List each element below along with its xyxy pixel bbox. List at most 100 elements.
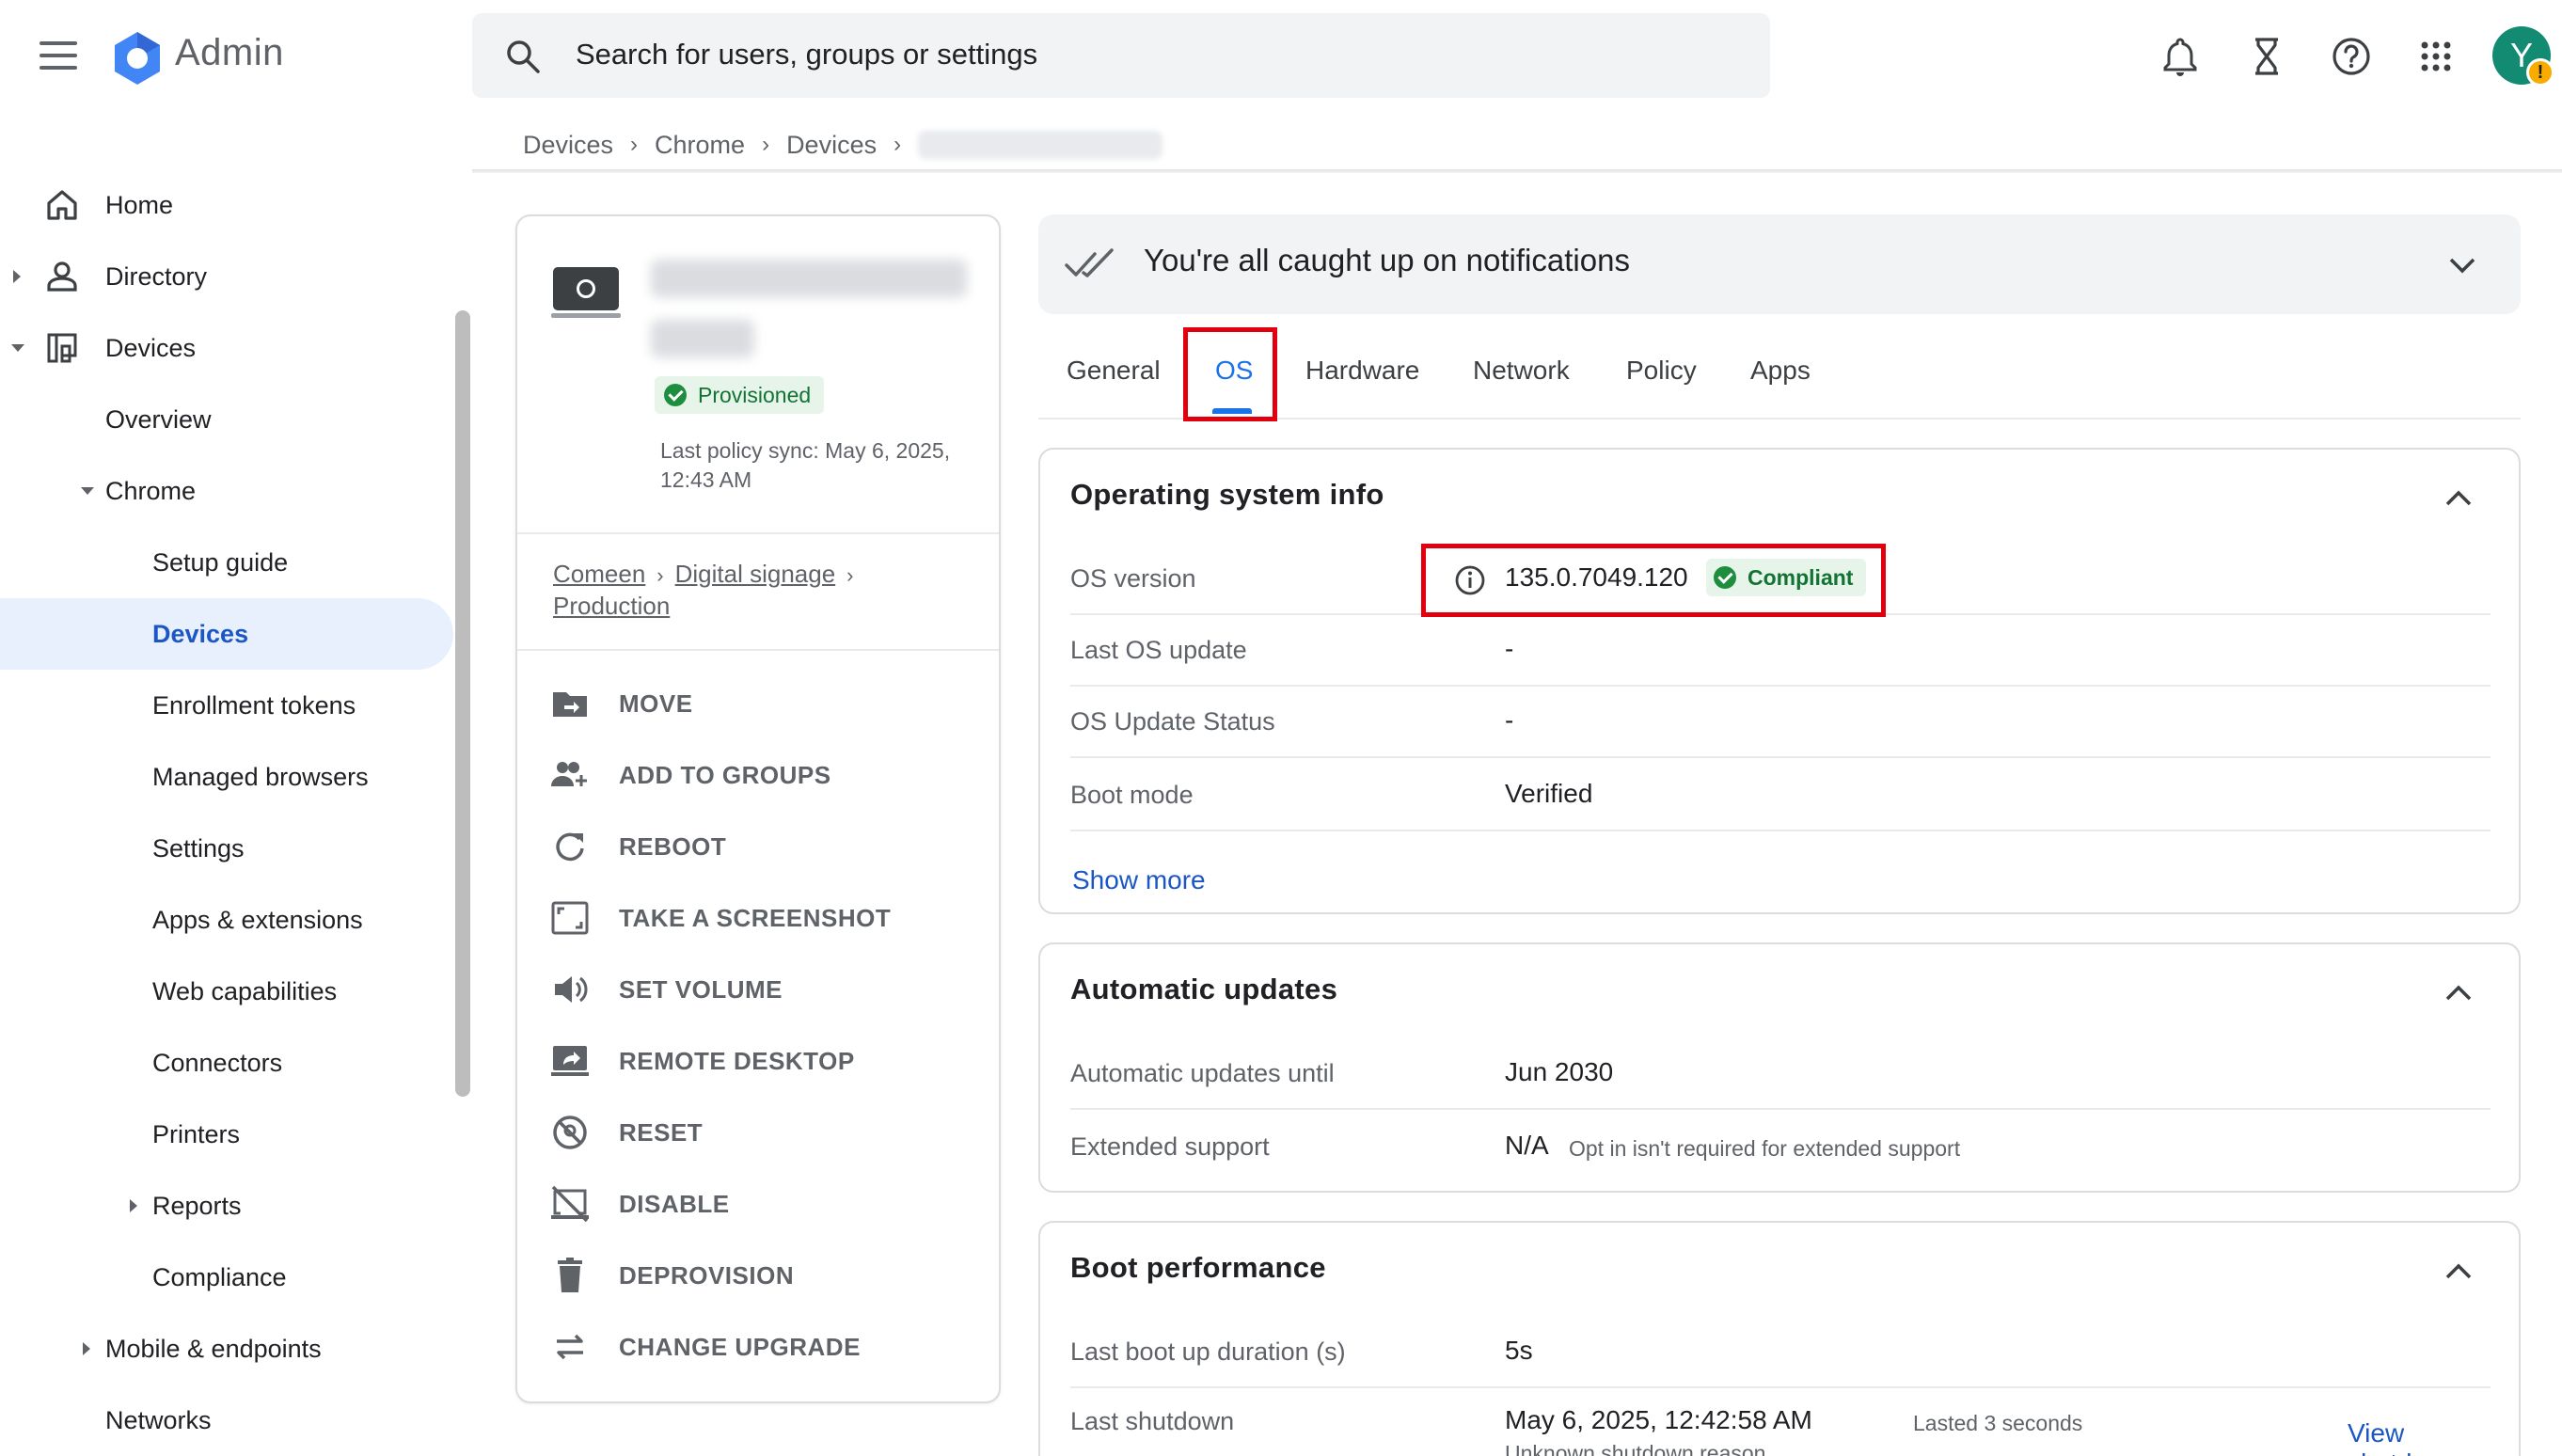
sidebar-item-compliance[interactable]: Compliance [0, 1242, 453, 1313]
sidebar-item-setup-guide[interactable]: Setup guide [0, 527, 453, 598]
sidebar-item-networks[interactable]: Networks [0, 1385, 453, 1456]
collapse-arrow-icon[interactable] [81, 487, 94, 495]
tab-policy[interactable]: Policy [1626, 356, 1697, 386]
extended-support-row: Extended support N/A Opt in isn't requir… [1070, 1112, 2491, 1183]
highlight-box-os-tab [1183, 327, 1277, 421]
deprovision-button[interactable]: DEPROVISION [517, 1240, 999, 1311]
chevron-up-icon[interactable] [2440, 480, 2477, 517]
header-divider [472, 169, 2562, 173]
breadcrumb-chrome-devices[interactable]: Devices [786, 131, 877, 160]
action-label: REMOTE DESKTOP [619, 1046, 855, 1075]
boot-performance-section: Boot performance Last boot up duration (… [1038, 1221, 2521, 1456]
sidebar-item-reports[interactable]: Reports [0, 1170, 453, 1242]
sidebar-item-apps-extensions[interactable]: Apps & extensions [0, 884, 453, 956]
sidebar-item-label: Managed browsers [152, 762, 369, 791]
help-icon[interactable] [2329, 34, 2374, 79]
expand-arrow-icon[interactable] [83, 1342, 90, 1355]
admin-logo-icon[interactable] [109, 30, 166, 87]
os-update-status-row: OS Update Status - [1070, 687, 2491, 758]
device-name-redacted-line2 [651, 320, 754, 357]
ou-link-digital-signage[interactable]: Digital signage [675, 560, 836, 588]
last-os-update-row: Last OS update - [1070, 615, 2491, 687]
sidebar-item-enrollment-tokens[interactable]: Enrollment tokens [0, 670, 453, 741]
tab-hardware[interactable]: Hardware [1305, 356, 1419, 386]
breadcrumb-chrome[interactable]: Chrome [655, 131, 745, 160]
reboot-button[interactable]: REBOOT [517, 811, 999, 882]
sidebar-item-managed-browsers[interactable]: Managed browsers [0, 741, 453, 813]
set-volume-button[interactable]: SET VOLUME [517, 954, 999, 1025]
volume-icon [555, 976, 588, 1003]
hourglass-icon[interactable] [2244, 34, 2289, 79]
org-unit-path: Comeen › Digital signage › Production [553, 559, 967, 621]
main-menu-icon[interactable] [32, 34, 85, 77]
tab-network[interactable]: Network [1473, 356, 1570, 386]
expand-arrow-icon[interactable] [130, 1199, 137, 1212]
show-more-link[interactable]: Show more [1072, 865, 1206, 895]
disable-button[interactable]: DISABLE [517, 1168, 999, 1240]
sidebar-item-label: Mobile & endpoints [105, 1334, 322, 1363]
sidebar-item-devices[interactable]: Devices [0, 312, 453, 384]
collapse-arrow-icon[interactable] [11, 344, 24, 352]
move-button[interactable]: MOVE [517, 668, 999, 739]
chevron-down-icon[interactable] [2443, 246, 2481, 284]
sidebar-item-label: Overview [105, 404, 212, 434]
sidebar-item-label: Networks [105, 1405, 212, 1434]
action-label: TAKE A SCREENSHOT [619, 903, 892, 932]
sidebar-item-label: Chrome [105, 476, 197, 505]
search-bar[interactable]: Search for users, groups or settings [472, 13, 1770, 98]
chevron-up-icon[interactable] [2440, 974, 2477, 1012]
last-policy-sync: Last policy sync: May 6, 2025, 12:43 AM [660, 438, 951, 492]
tab-apps[interactable]: Apps [1750, 356, 1811, 386]
row-label: Last OS update [1070, 636, 1247, 664]
row-label: Extended support [1070, 1132, 1270, 1161]
last-shutdown-row: Last shutdown May 6, 2025, 12:42:58 AM L… [1070, 1386, 2491, 1456]
card-divider [517, 532, 999, 534]
add-to-groups-button[interactable]: ADD TO GROUPS [517, 739, 999, 811]
card-divider [517, 649, 999, 651]
sidebar: Home Directory Devices Overview Chrome S… [0, 169, 470, 1456]
section-title: Boot performance [1070, 1251, 1326, 1284]
expand-arrow-icon[interactable] [13, 270, 21, 283]
search-placeholder[interactable]: Search for users, groups or settings [576, 38, 1037, 71]
avatar-warning-badge: ! [2526, 58, 2554, 87]
chevron-right-icon: › [894, 132, 902, 157]
sidebar-item-label: Devices [105, 333, 197, 362]
bell-icon[interactable] [2158, 34, 2203, 79]
action-label: DEPROVISION [619, 1260, 795, 1290]
sidebar-item-label: Setup guide [152, 547, 289, 577]
notification-banner[interactable]: You're all caught up on notifications [1038, 214, 2521, 314]
sidebar-item-web-capabilities[interactable]: Web capabilities [0, 956, 453, 1027]
tab-general[interactable]: General [1067, 356, 1161, 386]
sidebar-item-chrome-devices[interactable]: Devices [0, 598, 453, 670]
row-value: Verified [1505, 779, 1593, 808]
shutdown-duration-note: Lasted 3 seconds [1913, 1411, 2083, 1435]
reset-button[interactable]: RESET [517, 1097, 999, 1168]
change-upgrade-button[interactable]: CHANGE UPGRADE [517, 1311, 999, 1383]
apps-grid-icon[interactable] [2413, 34, 2459, 79]
breadcrumb-devices[interactable]: Devices [523, 131, 613, 160]
breadcrumb: Devices › Chrome › Devices › [523, 126, 1163, 164]
sidebar-item-home[interactable]: Home [0, 169, 453, 241]
row-label: OS version [1070, 564, 1196, 593]
status-badge: Provisioned [655, 376, 825, 414]
sidebar-scrollbar[interactable] [455, 310, 470, 1097]
row-value: - [1505, 634, 1514, 663]
sidebar-item-mobile-endpoints[interactable]: Mobile & endpoints [0, 1313, 453, 1385]
ou-link-production[interactable]: Production [553, 592, 670, 620]
chevron-right-icon: › [846, 563, 854, 587]
action-label: ADD TO GROUPS [619, 760, 831, 789]
remote-desktop-button[interactable]: REMOTE DESKTOP [517, 1025, 999, 1097]
view-shutdowns-link[interactable]: View shutdowns [2348, 1418, 2491, 1456]
action-label: CHANGE UPGRADE [619, 1332, 861, 1361]
sidebar-item-settings[interactable]: Settings [0, 813, 453, 884]
app-title[interactable]: Admin [175, 32, 284, 74]
take-screenshot-button[interactable]: TAKE A SCREENSHOT [517, 882, 999, 954]
sidebar-item-printers[interactable]: Printers [0, 1099, 453, 1170]
sidebar-item-chrome[interactable]: Chrome [0, 455, 453, 527]
ou-link-comeen[interactable]: Comeen [553, 560, 645, 588]
chevron-up-icon[interactable] [2440, 1253, 2477, 1290]
sidebar-item-overview[interactable]: Overview [0, 384, 453, 455]
auto-updates-until-row: Automatic updates until Jun 2030 [1070, 1038, 2491, 1110]
sidebar-item-connectors[interactable]: Connectors [0, 1027, 453, 1099]
sidebar-item-directory[interactable]: Directory [0, 241, 453, 312]
